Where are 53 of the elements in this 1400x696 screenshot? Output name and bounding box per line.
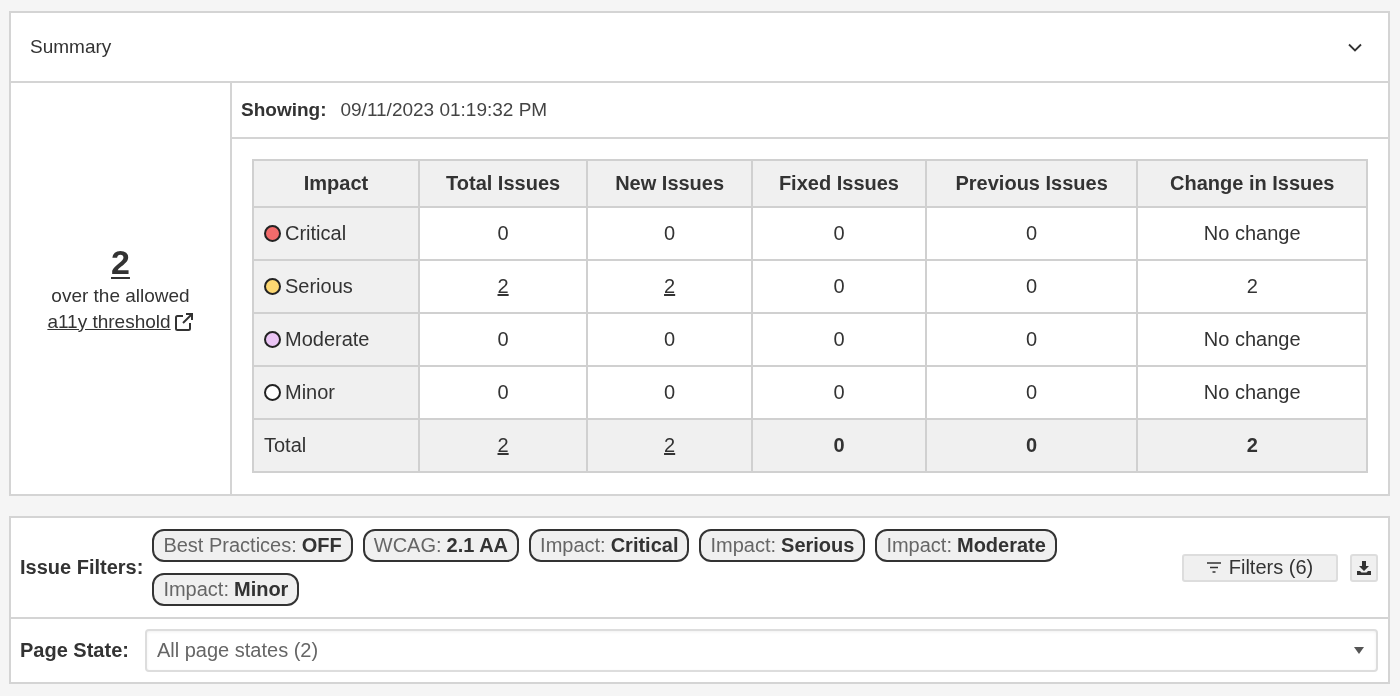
section-title: Summary bbox=[30, 36, 112, 58]
column-header: New Issues bbox=[587, 160, 753, 207]
page-state-select[interactable]: All page states (2) bbox=[144, 629, 1378, 672]
impact-label: Serious bbox=[285, 275, 353, 298]
issue-count-link[interactable]: 2 bbox=[664, 434, 676, 456]
impact-label: Moderate bbox=[285, 328, 370, 351]
table-cell: Total bbox=[253, 419, 419, 472]
column-header: Fixed Issues bbox=[752, 160, 926, 207]
table-cell: 0 bbox=[752, 260, 926, 313]
issue-count-link[interactable]: 2 bbox=[664, 275, 676, 297]
table-cell: 0 bbox=[419, 313, 588, 366]
table-cell: 0 bbox=[925, 207, 1138, 260]
issue-count-link[interactable]: 2 bbox=[497, 434, 509, 456]
threshold-text: over the allowed bbox=[51, 283, 190, 308]
threshold-link[interactable]: a11y threshold bbox=[47, 308, 194, 335]
column-header: Change in Issues bbox=[1137, 160, 1367, 207]
showing-label: Showing: bbox=[241, 99, 327, 121]
impact-label: Minor bbox=[285, 381, 335, 404]
filters-button[interactable]: Filters (6) bbox=[1182, 553, 1338, 582]
table-cell: 0 bbox=[587, 313, 753, 366]
table-cell: No change bbox=[1137, 313, 1367, 366]
table-cell: No change bbox=[1137, 207, 1367, 260]
filters-label: Issue Filters: bbox=[20, 556, 144, 579]
issue-count-link[interactable]: 2 bbox=[111, 242, 130, 281]
issue-count-link[interactable]: 2 bbox=[497, 275, 509, 297]
filter-chip: Impact: Critical bbox=[529, 529, 690, 562]
impact-label: Critical bbox=[285, 222, 347, 245]
column-header: Previous Issues bbox=[925, 160, 1138, 207]
chevron-down-icon[interactable] bbox=[1348, 42, 1362, 52]
external-link-icon bbox=[173, 311, 194, 332]
table-cell: 0 bbox=[419, 207, 588, 260]
filter-icon bbox=[1206, 562, 1221, 573]
showing-date: 09/11/2023 01:19:32 PM bbox=[340, 99, 548, 121]
filter-chip: Best Practices: OFF bbox=[152, 529, 353, 562]
download-button[interactable] bbox=[1350, 553, 1378, 582]
filter-chip: WCAG: 2.1 AA bbox=[362, 529, 520, 562]
table-cell: 0 bbox=[752, 419, 926, 472]
table-cell: 0 bbox=[925, 419, 1138, 472]
table-cell: 2 bbox=[1137, 260, 1367, 313]
filter-chip: Impact: Serious bbox=[699, 529, 866, 562]
download-icon bbox=[1357, 560, 1371, 575]
caret-down-icon bbox=[1354, 647, 1364, 654]
table-cell: 0 bbox=[925, 313, 1138, 366]
column-header: Impact bbox=[253, 160, 419, 207]
filter-chip: Impact: Moderate bbox=[875, 529, 1057, 562]
table-cell: 0 bbox=[752, 313, 926, 366]
table-cell: 0 bbox=[587, 207, 753, 260]
filter-chip: Impact: Minor bbox=[152, 573, 300, 606]
table-cell: 0 bbox=[925, 260, 1138, 313]
column-header: Total Issues bbox=[419, 160, 588, 207]
page-state-label: Page State: bbox=[20, 639, 129, 662]
table-cell: 2 bbox=[1137, 419, 1367, 472]
table-cell: 0 bbox=[752, 207, 926, 260]
